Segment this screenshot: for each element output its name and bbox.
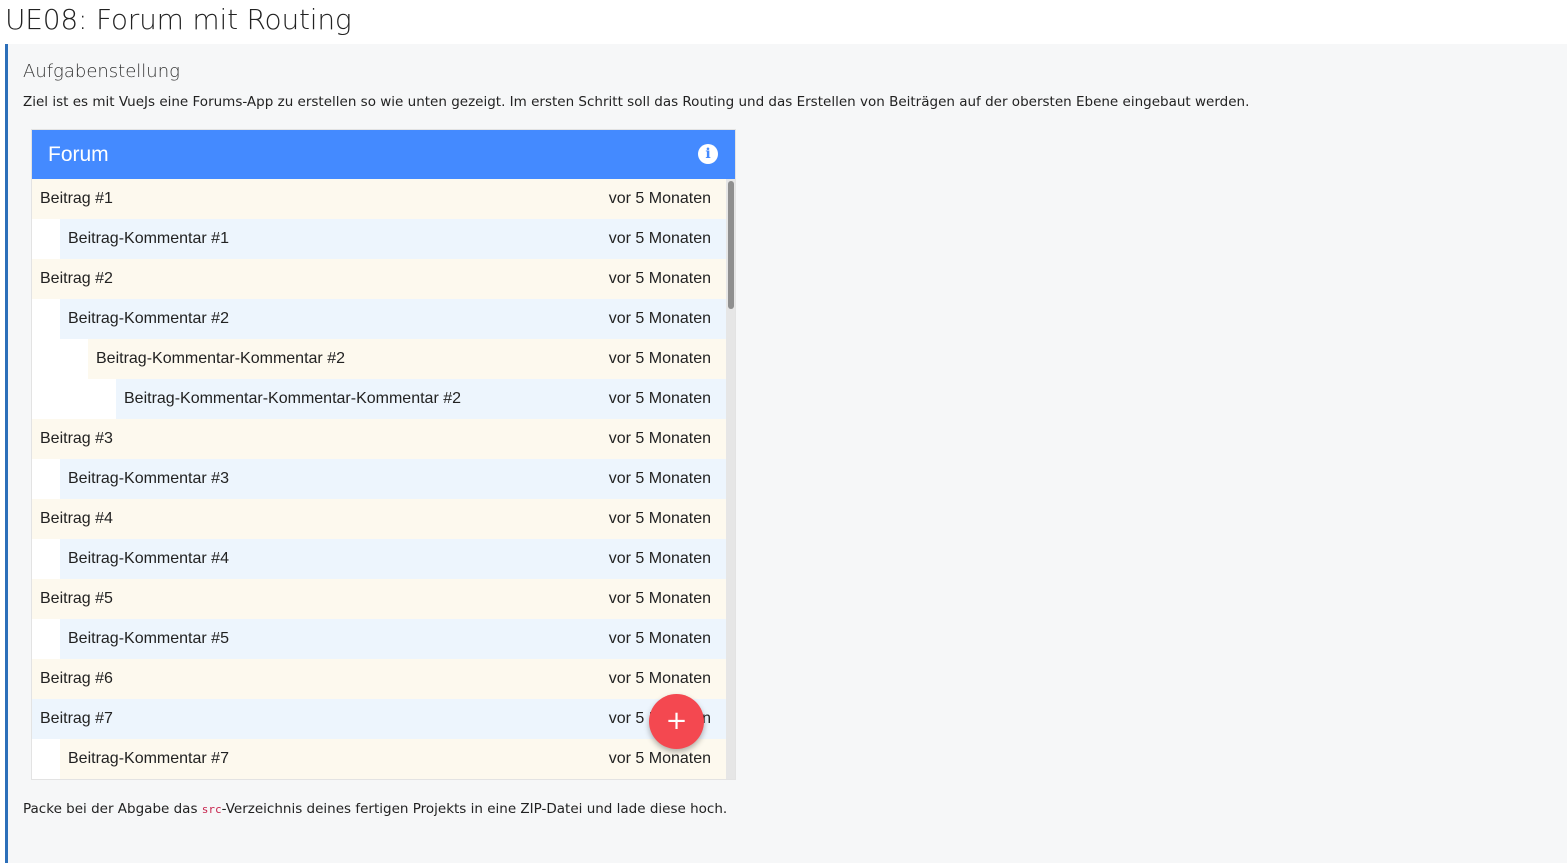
- section-heading: Aufgabenstellung: [23, 61, 180, 82]
- post-title: Beitrag-Kommentar #2: [68, 310, 229, 327]
- post-row[interactable]: Beitrag-Kommentar #2 vor 5 Monaten: [60, 299, 726, 339]
- post-row[interactable]: Beitrag-Kommentar-Kommentar #2 vor 5 Mona…: [88, 339, 726, 379]
- scrollbar[interactable]: [726, 179, 735, 779]
- post-time: vor 5 Monaten: [608, 550, 711, 567]
- post-title: Beitrag-Kommentar-Kommentar-Kommentar #2: [124, 390, 462, 407]
- post-row[interactable]: Beitrag #4 vor 5 Monaten: [32, 499, 726, 539]
- post-title: Beitrag-Kommentar #7: [68, 750, 229, 767]
- post-row[interactable]: Beitrag #7vor 5 Monaten: [32, 699, 726, 739]
- post-row[interactable]: Beitrag-Kommentar #5 vor 5 Monaten: [60, 619, 726, 659]
- post-row[interactable]: Beitrag-Kommentar #1 vor 5 Monaten: [60, 219, 726, 259]
- post-row[interactable]: Beitrag #2 vor 5 Monaten: [32, 259, 726, 299]
- app-title: Forum: [48, 143, 109, 166]
- post-time: vor 5 Monaten: [608, 270, 711, 287]
- post-row[interactable]: Beitrag-Kommentar #3 vor 5 Monaten: [60, 459, 726, 499]
- task-description: Ziel ist es mit VueJs eine Forums-App zu…: [23, 94, 1250, 110]
- post-time: vor 5 Monaten: [608, 190, 711, 207]
- post-title: Beitrag #1: [40, 190, 113, 207]
- submission-note-text: Packe bei der Abgabe das: [23, 801, 202, 817]
- page-title: UE08: Forum mit Routing: [5, 3, 352, 36]
- post-row[interactable]: Beitrag-Kommentar-Kommentar-Kommentar #2…: [116, 379, 726, 419]
- post-time: vor 5 Monaten: [608, 430, 711, 447]
- post-title: Beitrag #2: [40, 270, 113, 287]
- task-panel: Aufgabenstellung Ziel ist es mit VueJs e…: [5, 44, 1567, 863]
- post-row[interactable]: Beitrag #3 vor 5 Monaten: [32, 419, 726, 459]
- post-row[interactable]: Beitrag #6 vor 5 Monaten: [32, 659, 726, 699]
- post-title: Beitrag-Kommentar #5: [68, 630, 229, 647]
- app-header: Forum i: [32, 130, 735, 179]
- post-row[interactable]: Beitrag #5 vor 5 Monaten: [32, 579, 726, 619]
- post-title: Beitrag #4: [40, 510, 113, 527]
- post-row[interactable]: Beitrag-Kommentar #7 vor 5 Monaten: [60, 739, 726, 779]
- post-title: Beitrag #3: [40, 430, 113, 447]
- post-time: vor 5 Monaten: [608, 230, 711, 247]
- post-title: Beitrag #5: [40, 590, 113, 607]
- post-title: Beitrag-Kommentar #1: [68, 230, 229, 247]
- info-icon[interactable]: i: [698, 144, 718, 164]
- post-time: vor 5 Monaten: [608, 470, 711, 487]
- scrollbar-thumb[interactable]: [728, 181, 734, 309]
- post-title: Beitrag-Kommentar-Kommentar #2: [96, 350, 345, 367]
- post-time: vor 5 Monaten: [608, 630, 711, 647]
- post-time: vor 5 Monaten: [608, 390, 711, 407]
- post-time: vor 5 Monaten: [608, 750, 711, 767]
- post-title: Beitrag #7: [40, 710, 113, 727]
- submission-note: Packe bei der Abgabe das src-Verzeichnis…: [23, 801, 727, 817]
- post-title: Beitrag-Kommentar #3: [68, 470, 229, 487]
- post-title: Beitrag #6: [40, 670, 113, 687]
- post-time: vor 5 Monaten: [608, 310, 711, 327]
- post-row[interactable]: Beitrag #1 vor 5 Monaten: [32, 179, 726, 219]
- plus-icon[interactable]: +: [649, 694, 704, 749]
- post-time: vor 5 Monaten: [608, 590, 711, 607]
- forum-app-preview: Forum i Beitrag #1 vor 5 Monaten Beitrag-K…: [31, 129, 736, 780]
- post-time: vor 5 Monaten: [608, 670, 711, 687]
- submission-note-text-end: -Verzeichnis deines fertigen Projekts in…: [221, 801, 728, 817]
- post-row[interactable]: Beitrag-Kommentar #4 vor 5 Monaten: [60, 539, 726, 579]
- src-code: src: [201, 803, 222, 816]
- post-list: Beitrag #1 vor 5 Monaten Beitrag-Kommentar…: [32, 179, 726, 779]
- post-time: vor 5 Monaten: [608, 510, 711, 527]
- post-time: vor 5 Monaten: [608, 350, 711, 367]
- post-title: Beitrag-Kommentar #4: [68, 550, 229, 567]
